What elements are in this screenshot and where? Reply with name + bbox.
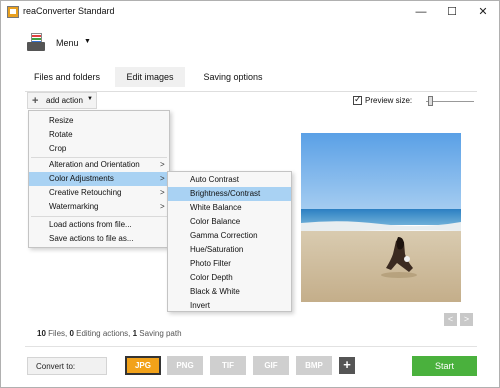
add-action-label: add action [46, 96, 83, 105]
maximize-button[interactable]: ☐ [437, 1, 467, 23]
files-count: 10 [37, 329, 46, 338]
preview-size-checkbox[interactable] [353, 94, 362, 105]
tab-saving-options[interactable]: Saving options [195, 67, 271, 87]
image-preview [301, 133, 461, 302]
caret-down-icon: ▼ [84, 38, 91, 45]
menu-label: Menu [56, 38, 79, 48]
chevron-right-icon: > [160, 202, 165, 211]
menu-item-color-adjustments[interactable]: Color Adjustments > [29, 172, 169, 186]
submenu-item-color-balance[interactable]: Color Balance [168, 215, 291, 229]
close-button[interactable]: ✕ [468, 1, 498, 23]
bottom-divider [25, 346, 477, 347]
preview-size-slider-thumb[interactable] [428, 96, 433, 106]
chevron-right-icon: > [160, 160, 165, 169]
submenu-item-photo-filter[interactable]: Photo Filter [168, 257, 291, 271]
tab-bar: Files and folders Edit images Saving opt… [25, 67, 285, 87]
menu-item-watermarking[interactable]: Watermarking > [29, 200, 169, 214]
main-menu-button[interactable]: Menu ▼ [27, 33, 97, 55]
app-window: reaConverter Standard — ☐ ✕ Menu ▼ Files… [0, 0, 500, 388]
convert-to-label: Convert to: [36, 362, 76, 371]
add-format-button[interactable]: + [339, 357, 355, 374]
format-png-button[interactable]: PNG [167, 356, 203, 375]
submenu-item-invert[interactable]: Invert [168, 299, 291, 313]
submenu-item-color-depth[interactable]: Color Depth [168, 271, 291, 285]
chevron-right-icon: > [160, 174, 165, 183]
submenu-item-gamma-correction[interactable]: Gamma Correction [168, 229, 291, 243]
menu-item-crop[interactable]: Crop [29, 142, 169, 156]
printer-logo-icon [27, 33, 45, 53]
preview-size-slider-track[interactable] [426, 101, 474, 102]
tab-files-and-folders[interactable]: Files and folders [25, 67, 109, 87]
menu-divider [31, 216, 167, 217]
minimize-button[interactable]: — [406, 1, 436, 23]
submenu-item-black-and-white[interactable]: Black & White [168, 285, 291, 299]
next-image-button[interactable]: > [460, 313, 473, 326]
menu-item-alteration-and-orientation[interactable]: Alteration and Orientation > [29, 158, 169, 172]
convert-to-label-box: Convert to: [27, 357, 107, 375]
menu-item-rotate[interactable]: Rotate [29, 128, 169, 142]
preview-size-label: Preview size: [365, 96, 413, 105]
format-gif-button[interactable]: GIF [253, 356, 289, 375]
format-bmp-button[interactable]: BMP [296, 356, 332, 375]
window-title: reaConverter Standard [23, 6, 115, 16]
menu-item-creative-retouching[interactable]: Creative Retouching > [29, 186, 169, 200]
submenu-item-white-balance[interactable]: White Balance [168, 201, 291, 215]
submenu-item-auto-contrast[interactable]: Auto Contrast [168, 173, 291, 187]
menu-item-resize[interactable]: Resize [29, 114, 169, 128]
title-bar: reaConverter Standard — ☐ ✕ [1, 1, 499, 23]
format-jpg-button[interactable]: JPG [125, 356, 161, 375]
menu-item-load-actions[interactable]: Load actions from file... [29, 218, 169, 232]
chevron-right-icon: > [160, 188, 165, 197]
status-summary: 10 Files, 0 Editing actions, 1 Saving pa… [37, 329, 182, 338]
start-button[interactable]: Start [412, 356, 477, 376]
caret-down-icon: ▼ [87, 96, 93, 102]
app-icon [7, 6, 19, 18]
plus-icon: + [32, 95, 39, 107]
add-action-dropdown: Resize Rotate Crop Alteration and Orient… [28, 110, 170, 248]
beach-photo [301, 133, 461, 302]
color-adjustments-submenu: Auto Contrast Brightness/Contrast White … [167, 171, 292, 312]
previous-image-button[interactable]: < [444, 313, 457, 326]
add-action-button[interactable]: + add action ▼ [27, 92, 97, 109]
submenu-item-brightness-contrast[interactable]: Brightness/Contrast [168, 187, 291, 201]
format-tif-button[interactable]: TIF [210, 356, 246, 375]
tab-edit-images[interactable]: Edit images [115, 67, 185, 87]
menu-item-save-actions[interactable]: Save actions to file as... [29, 232, 169, 246]
submenu-item-hue-saturation[interactable]: Hue/Saturation [168, 243, 291, 257]
